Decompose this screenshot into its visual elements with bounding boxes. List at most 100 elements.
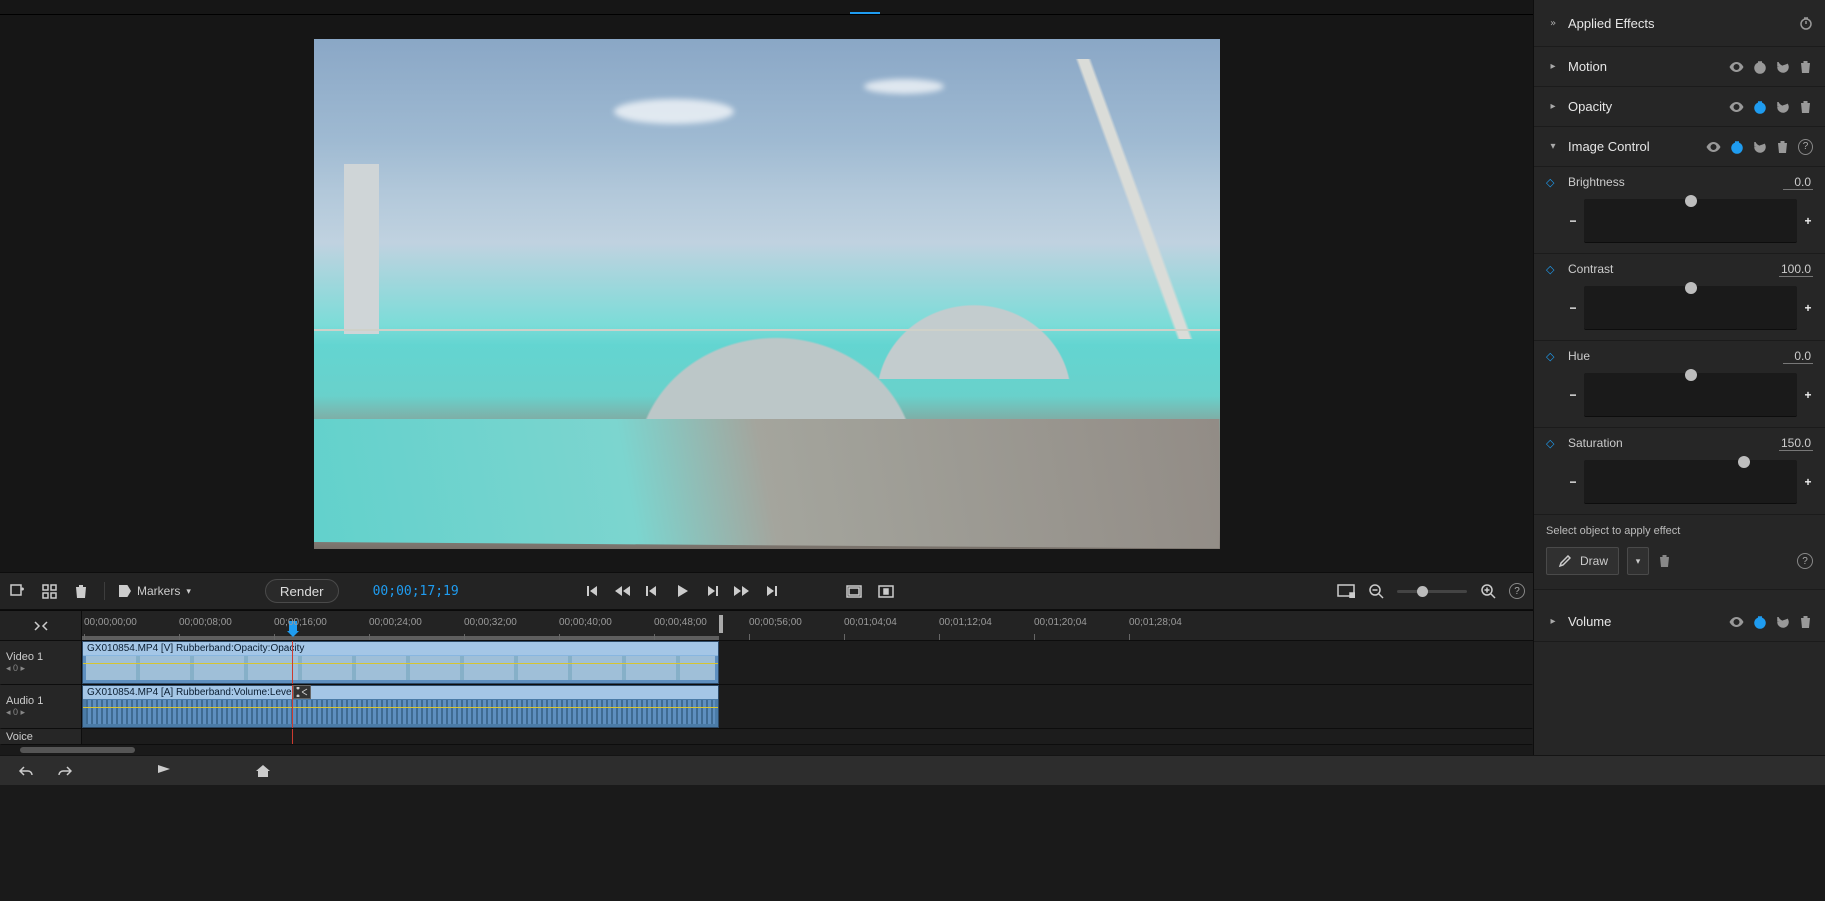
decrement-icon[interactable]: − [1568,388,1578,402]
step-fwd-icon[interactable] [703,582,721,600]
keyframe-toggle-icon[interactable]: ◇ [1546,350,1568,363]
video-clip[interactable]: GX010854.MP4 [V] Rubberband:Opacity:Opac… [82,641,719,684]
play-icon[interactable] [673,582,691,600]
rewind-icon[interactable] [613,582,631,600]
fast-fwd-icon[interactable] [733,582,751,600]
param-value[interactable]: 0.0 [1783,349,1813,364]
increment-icon[interactable]: + [1803,301,1813,315]
reset-icon[interactable] [1775,99,1790,114]
transport-bar: Markers ▾ Render 00;00;17;19 [0,572,1533,610]
decrement-icon[interactable]: − [1568,475,1578,489]
timeline-panel: 00;00;00;0000;00;08;0000;00;16;0000;00;2… [0,610,1533,755]
chevron-right-icon[interactable]: ▸ [1546,101,1560,112]
kf-nav[interactable]: ◂ 0 ▸ [6,707,75,718]
draw-mask-button[interactable]: Draw [1546,547,1619,575]
stopwatch-icon[interactable] [1752,614,1767,629]
section-title: Opacity [1568,99,1729,114]
applied-effects-header[interactable]: » Applied Effects [1534,0,1825,47]
chevron-down-icon[interactable]: ▾ [1546,141,1560,152]
goto-end-icon[interactable] [763,582,781,600]
safe-margins-icon[interactable] [845,582,863,600]
keyframe-toggle-icon[interactable]: ◇ [1546,437,1568,450]
trash-icon[interactable] [1798,99,1813,114]
increment-icon[interactable]: + [1803,388,1813,402]
stopwatch-icon[interactable] [1752,99,1767,114]
param-value[interactable]: 100.0 [1779,262,1813,277]
ruler-label: 00;01;12;04 [939,617,992,628]
eye-icon[interactable] [1729,99,1744,114]
keyframe-toggle-icon[interactable]: ◇ [1546,176,1568,189]
render-button[interactable]: Render [265,579,339,603]
audio-clip[interactable]: GX010854.MP4 [A] Rubberband:Volume:Level [82,685,719,728]
param-slider[interactable]: − + [1568,460,1813,504]
home-icon[interactable] [255,763,270,778]
current-timecode[interactable]: 00;00;17;19 [373,584,459,599]
chevron-right-icon[interactable]: ▸ [1546,616,1560,627]
stopwatch-icon[interactable] [1798,16,1813,31]
snap-icon[interactable] [32,619,50,633]
section-volume[interactable]: ▸ Volume [1534,602,1825,642]
audio-track-header[interactable]: Audio 1 ◂ 0 ▸ [0,685,82,728]
audio-track-1: Audio 1 ◂ 0 ▸ GX010854.MP4 [A] Rubberban… [0,685,1533,729]
organizer-icon[interactable] [156,763,171,778]
reset-icon[interactable] [1752,139,1767,154]
help-icon[interactable]: ? [1509,583,1525,599]
mask-hint: Select object to apply effect [1546,525,1813,537]
reset-icon[interactable] [1775,59,1790,74]
stopwatch-icon[interactable] [1752,59,1767,74]
param-slider[interactable]: − + [1568,286,1813,330]
fullscreen-icon[interactable] [877,582,895,600]
undo-icon[interactable] [18,763,33,778]
add-media-icon[interactable] [8,582,26,600]
kf-nav[interactable]: ◂ 0 ▸ [6,663,75,674]
draw-mask-dropdown[interactable]: ▾ [1627,547,1649,575]
chevron-right-icon[interactable]: ▸ [1546,61,1560,72]
param-slider[interactable]: − + [1568,373,1813,417]
help-icon[interactable]: ? [1797,553,1813,569]
trash-icon[interactable] [1775,139,1790,154]
eye-icon[interactable] [1729,59,1744,74]
section-image-control[interactable]: ▾ Image Control ? [1534,127,1825,167]
goto-start-icon[interactable] [583,582,601,600]
ruler-label: 00;00;00;00 [84,617,137,628]
project-assets-icon[interactable] [40,582,58,600]
trash-icon[interactable] [1657,554,1672,569]
increment-icon[interactable]: + [1803,214,1813,228]
video-track-header[interactable]: Video 1 ◂ 0 ▸ [0,641,82,684]
reset-icon[interactable] [1775,614,1790,629]
section-motion[interactable]: ▸ Motion [1534,47,1825,87]
param-hue: ◇ Hue 0.0 − + [1534,341,1825,428]
decrement-icon[interactable]: − [1568,214,1578,228]
param-value[interactable]: 0.0 [1783,175,1813,190]
preview-frame[interactable] [314,39,1220,549]
timeline-hscroll[interactable] [0,745,1533,755]
markers-dropdown[interactable]: Markers ▾ [119,584,191,598]
eye-icon[interactable] [1706,139,1721,154]
stopwatch-icon[interactable] [1729,139,1744,154]
playback-quality-icon[interactable] [1337,582,1355,600]
param-slider[interactable]: − + [1568,199,1813,243]
split-clip-icon[interactable] [293,685,311,699]
increment-icon[interactable]: + [1803,475,1813,489]
zoom-out-icon[interactable] [1367,582,1385,600]
trash-icon[interactable] [1798,614,1813,629]
decrement-icon[interactable]: − [1568,301,1578,315]
status-bar [0,755,1825,785]
panel-title: Applied Effects [1568,16,1798,31]
voice-track-header[interactable]: Voice [0,729,82,744]
step-back-icon[interactable] [643,582,661,600]
eye-icon[interactable] [1729,614,1744,629]
trash-icon[interactable] [72,582,90,600]
trash-icon[interactable] [1798,59,1813,74]
zoom-slider[interactable] [1397,590,1467,593]
chevron-down-icon: ▾ [1636,556,1641,567]
param-value[interactable]: 150.0 [1779,436,1813,451]
time-ruler[interactable]: 00;00;00;0000;00;08;0000;00;16;0000;00;2… [0,611,1533,641]
collapse-all-icon[interactable]: » [1546,18,1560,29]
zoom-in-icon[interactable] [1479,582,1497,600]
help-icon[interactable]: ? [1798,139,1813,154]
section-opacity[interactable]: ▸ Opacity [1534,87,1825,127]
work-area-end[interactable] [719,615,723,633]
keyframe-toggle-icon[interactable]: ◇ [1546,263,1568,276]
redo-icon[interactable] [57,763,72,778]
